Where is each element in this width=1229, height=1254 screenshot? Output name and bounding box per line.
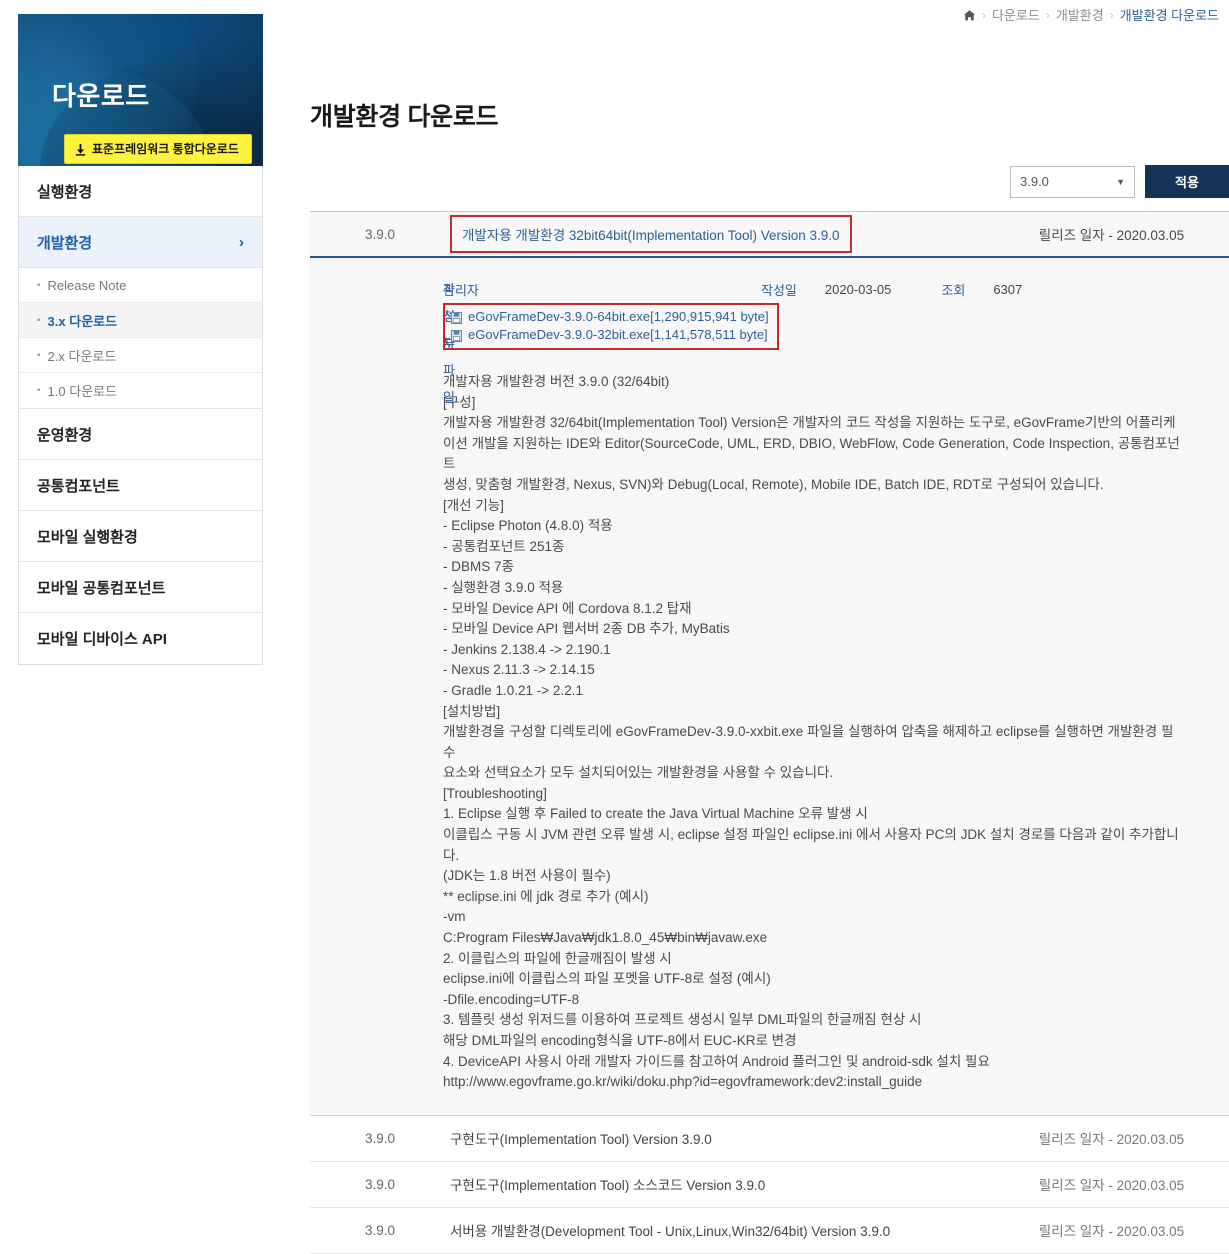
bullet-icon: ▪ xyxy=(37,280,41,291)
label-created-date: 작성일 xyxy=(761,280,797,299)
file-icon xyxy=(451,329,462,341)
row-name[interactable]: 서버용 개발환경(Development Tool - Unix,Linux,W… xyxy=(450,1220,994,1240)
sidebar-subitem-3x-download[interactable]: ▪ 3.x 다운로드 xyxy=(19,303,262,338)
sidebar-nav: 실행환경 개발환경 › ▪ Release Note ▪ 3.x 다운로드 ▪ … xyxy=(18,166,263,665)
attachment-name: eGovFrameDev-3.9.0-64bit.exe[1,290,915,9… xyxy=(468,308,769,326)
integrated-download-button[interactable]: 표준프레임워크 통합다운로드 xyxy=(64,134,252,164)
sidebar-item-label: 운영환경 xyxy=(37,424,92,445)
sidebar: 다운로드 표준프레임워크 통합다운로드 실행환경 개발환경 › ▪ Releas… xyxy=(18,14,263,665)
row-version: 3.9.0 xyxy=(310,1223,450,1238)
table-row[interactable]: 3.9.0 구현도구(Implementation Tool) 소스코드 Ver… xyxy=(310,1162,1229,1208)
file-icon xyxy=(451,311,462,323)
sidebar-item-mobile-common-component[interactable]: 모바일 공통컴포넌트 xyxy=(19,562,262,613)
sidebar-title: 다운로드 xyxy=(52,76,150,113)
row-name[interactable]: 구현도구(Implementation Tool) 소스코드 Version 3… xyxy=(450,1174,994,1194)
version-select-value: 3.9.0 xyxy=(1020,174,1049,189)
sidebar-item-label: 모바일 디바이스 API xyxy=(37,628,167,649)
detail-meta: 작성자 첨부파일 관리자 작성일 2020-03-05 조회 6307 xyxy=(310,276,1229,350)
bullet-icon: ▪ xyxy=(37,315,41,326)
detail-meta-labels: 작성자 첨부파일 xyxy=(310,276,443,330)
value-views: 6307 xyxy=(993,282,1022,297)
sidebar-item-common-component[interactable]: 공통컴포넌트 xyxy=(19,460,262,511)
sidebar-subitem-2x-download[interactable]: ▪ 2.x 다운로드 xyxy=(19,338,262,373)
apply-button[interactable]: 적용 xyxy=(1145,165,1229,198)
value-manager: 관리자 xyxy=(443,280,761,299)
attachment-highlight-box: eGovFrameDev-3.9.0-64bit.exe[1,290,915,9… xyxy=(443,303,779,350)
sidebar-item-label: 실행환경 xyxy=(37,181,92,202)
sidebar-item-dev-env[interactable]: 개발환경 › xyxy=(19,217,262,268)
attachment-link[interactable]: eGovFrameDev-3.9.0-64bit.exe[1,290,915,9… xyxy=(451,308,769,326)
sidebar-item-label: 모바일 실행환경 xyxy=(37,526,138,547)
bullet-icon: ▪ xyxy=(37,350,41,361)
row-date: 릴리즈 일자 - 2020.03.05 xyxy=(994,1128,1229,1148)
row-detail-panel: 작성자 첨부파일 관리자 작성일 2020-03-05 조회 6307 xyxy=(310,258,1229,1116)
sidebar-item-mobile-runtime[interactable]: 모바일 실행환경 xyxy=(19,511,262,562)
row-date: 릴리즈 일자 - 2020.03.05 xyxy=(994,1174,1229,1194)
detail-meta-row: 관리자 작성일 2020-03-05 조회 6307 xyxy=(443,276,1229,303)
integrated-download-label: 표준프레임워크 통합다운로드 xyxy=(92,140,239,157)
sidebar-hero: 다운로드 표준프레임워크 통합다운로드 xyxy=(18,14,263,166)
sidebar-item-operation-env[interactable]: 운영환경 xyxy=(19,409,262,460)
sidebar-subitem-label: 1.0 다운로드 xyxy=(48,381,118,400)
row-name[interactable]: 개발자용 개발환경 32bit64bit(Implementation Tool… xyxy=(450,215,852,253)
sidebar-item-label: 개발환경 xyxy=(37,232,92,253)
sidebar-subitem-label: Release Note xyxy=(48,278,127,293)
value-created-date: 2020-03-05 xyxy=(825,282,892,297)
sidebar-sublist: ▪ Release Note ▪ 3.x 다운로드 ▪ 2.x 다운로드 ▪ 1… xyxy=(19,268,262,409)
main-content: 개발환경 다운로드 3.9.0 ▼ 적용 3.9.0 개발자용 개발환경 32b… xyxy=(310,0,1229,1254)
row-version: 3.9.0 xyxy=(310,1177,450,1192)
download-icon xyxy=(75,144,86,156)
detail-body-text: 개발자용 개발환경 버전 3.9.0 (32/64bit) [구성] 개발자용 … xyxy=(443,372,1183,1093)
row-version: 3.9.0 xyxy=(310,227,450,242)
detail-meta-body: 관리자 작성일 2020-03-05 조회 6307 eGovFrameDev-… xyxy=(443,276,1229,350)
row-date: 릴리즈 일자 - 2020.03.05 xyxy=(994,224,1229,244)
attachment-name: eGovFrameDev-3.9.0-32bit.exe[1,141,578,5… xyxy=(468,326,768,344)
download-table: 3.9.0 개발자용 개발환경 32bit64bit(Implementatio… xyxy=(310,211,1229,1254)
sidebar-subitem-10-download[interactable]: ▪ 1.0 다운로드 xyxy=(19,373,262,408)
sidebar-subitem-label: 3.x 다운로드 xyxy=(48,311,118,330)
sidebar-item-label: 모바일 공통컴포넌트 xyxy=(37,577,165,598)
row-date: 릴리즈 일자 - 2020.03.05 xyxy=(994,1220,1229,1240)
sidebar-item-label: 공통컴포넌트 xyxy=(37,475,120,496)
sidebar-item-runtime[interactable]: 실행환경 xyxy=(19,166,262,217)
attachment-link[interactable]: eGovFrameDev-3.9.0-32bit.exe[1,141,578,5… xyxy=(451,326,769,344)
version-select[interactable]: 3.9.0 ▼ xyxy=(1010,166,1135,198)
filter-bar: 3.9.0 ▼ 적용 xyxy=(310,165,1229,198)
table-row[interactable]: 3.9.0 개발자용 개발환경 32bit64bit(Implementatio… xyxy=(310,212,1229,258)
sidebar-subitem-label: 2.x 다운로드 xyxy=(48,346,117,365)
apply-button-label: 적용 xyxy=(1175,172,1199,191)
row-version: 3.9.0 xyxy=(310,1131,450,1146)
table-row[interactable]: 3.9.0 서버용 개발환경(Development Tool - Unix,L… xyxy=(310,1208,1229,1254)
bullet-icon: ▪ xyxy=(37,385,41,396)
chevron-down-icon: ▼ xyxy=(1116,177,1125,187)
chevron-right-icon: › xyxy=(239,234,244,251)
sidebar-subitem-release-note[interactable]: ▪ Release Note xyxy=(19,268,262,303)
page-title: 개발환경 다운로드 xyxy=(310,97,1229,133)
label-views: 조회 xyxy=(941,280,965,299)
sidebar-item-mobile-device-api[interactable]: 모바일 디바이스 API xyxy=(19,613,262,664)
table-row[interactable]: 3.9.0 구현도구(Implementation Tool) Version … xyxy=(310,1116,1229,1162)
row-name[interactable]: 구현도구(Implementation Tool) Version 3.9.0 xyxy=(450,1128,994,1148)
